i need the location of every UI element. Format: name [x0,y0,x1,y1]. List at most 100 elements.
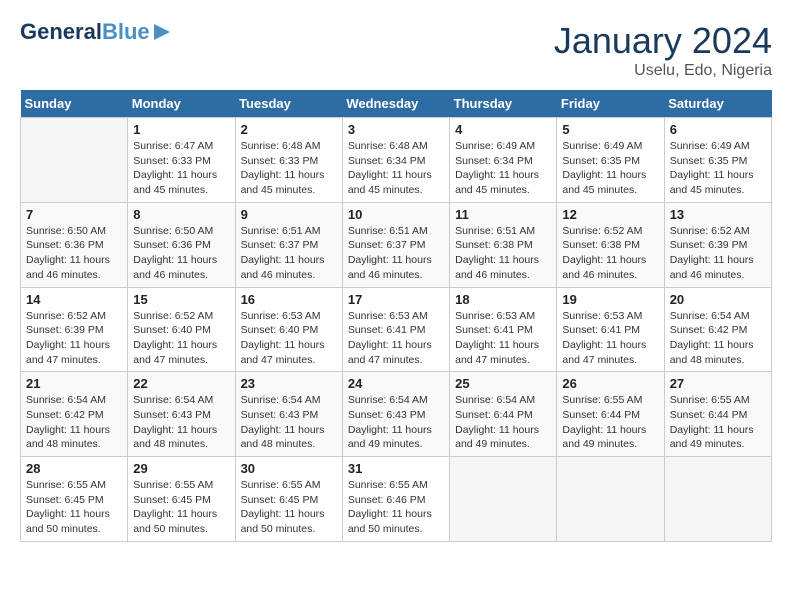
day-info: Sunrise: 6:54 AM Sunset: 6:42 PM Dayligh… [670,309,766,368]
day-info: Sunrise: 6:52 AM Sunset: 6:39 PM Dayligh… [26,309,122,368]
day-number: 4 [455,122,551,137]
day-number: 11 [455,207,551,222]
day-info: Sunrise: 6:54 AM Sunset: 6:42 PM Dayligh… [26,393,122,452]
day-info: Sunrise: 6:47 AM Sunset: 6:33 PM Dayligh… [133,139,229,198]
day-info: Sunrise: 6:50 AM Sunset: 6:36 PM Dayligh… [133,224,229,283]
calendar-cell: 15Sunrise: 6:52 AM Sunset: 6:40 PM Dayli… [128,287,235,372]
calendar-header-row: SundayMondayTuesdayWednesdayThursdayFrid… [21,90,772,118]
calendar-cell: 20Sunrise: 6:54 AM Sunset: 6:42 PM Dayli… [664,287,771,372]
calendar-cell: 22 Sunrise: 6:54 AM Sunset: 6:43 PM Dayli… [128,372,235,457]
page-header: GeneralBlue January 2024 Uselu, Edo, Nig… [20,20,772,80]
day-number: 15 [133,292,229,307]
day-number: 22 [133,376,229,391]
day-number: 14 [26,292,122,307]
calendar-week-row: 21Sunrise: 6:54 AM Sunset: 6:42 PM Dayli… [21,372,772,457]
day-number: 1 [133,122,229,137]
day-info: Sunrise: 6:55 AM Sunset: 6:45 PM Dayligh… [133,478,229,537]
calendar-cell: 8Sunrise: 6:50 AM Sunset: 6:36 PM Daylig… [128,202,235,287]
title-block: January 2024 Uselu, Edo, Nigeria [554,20,772,80]
calendar-cell: 11Sunrise: 6:51 AM Sunset: 6:38 PM Dayli… [450,202,557,287]
day-info: Sunrise: 6:54 AM Sunset: 6:44 PM Dayligh… [455,393,551,452]
calendar-cell: 19Sunrise: 6:53 AM Sunset: 6:41 PM Dayli… [557,287,664,372]
calendar-header-monday: Monday [128,90,235,118]
calendar-header-tuesday: Tuesday [235,90,342,118]
calendar-cell: 29 Sunrise: 6:55 AM Sunset: 6:45 PM Dayli… [128,457,235,542]
day-number: 13 [670,207,766,222]
calendar-header-friday: Friday [557,90,664,118]
day-number: 3 [348,122,444,137]
calendar-header-saturday: Saturday [664,90,771,118]
day-number: 29 [133,461,229,476]
day-info: Sunrise: 6:48 AM Sunset: 6:34 PM Dayligh… [348,139,444,198]
logo: GeneralBlue [20,20,172,44]
day-info: Sunrise: 6:55 AM Sunset: 6:44 PM Dayligh… [670,393,766,452]
day-number: 25 [455,376,551,391]
day-number: 9 [241,207,337,222]
day-number: 24 [348,376,444,391]
calendar-cell: 21Sunrise: 6:54 AM Sunset: 6:42 PM Dayli… [21,372,128,457]
day-number: 28 [26,461,122,476]
calendar-cell: 28 Sunrise: 6:55 AM Sunset: 6:45 PM Dayli… [21,457,128,542]
day-info: Sunrise: 6:53 AM Sunset: 6:41 PM Dayligh… [562,309,658,368]
day-info: Sunrise: 6:54 AM Sunset: 6:43 PM Dayligh… [133,393,229,452]
calendar-cell: 12 Sunrise: 6:52 AM Sunset: 6:38 PM Dayli… [557,202,664,287]
day-info: Sunrise: 6:52 AM Sunset: 6:38 PM Dayligh… [562,224,658,283]
calendar-cell: 27 Sunrise: 6:55 AM Sunset: 6:44 PM Dayli… [664,372,771,457]
calendar-cell: 17 Sunrise: 6:53 AM Sunset: 6:41 PM Dayli… [342,287,449,372]
day-number: 2 [241,122,337,137]
calendar-header-sunday: Sunday [21,90,128,118]
day-number: 31 [348,461,444,476]
calendar-cell: 26 Sunrise: 6:55 AM Sunset: 6:44 PM Dayli… [557,372,664,457]
calendar-cell: 9 Sunrise: 6:51 AM Sunset: 6:37 PM Daylig… [235,202,342,287]
day-number: 6 [670,122,766,137]
calendar-header-thursday: Thursday [450,90,557,118]
calendar-week-row: 7 Sunrise: 6:50 AM Sunset: 6:36 PM Daylig… [21,202,772,287]
day-number: 26 [562,376,658,391]
calendar-cell: 18Sunrise: 6:53 AM Sunset: 6:41 PM Dayli… [450,287,557,372]
day-info: Sunrise: 6:49 AM Sunset: 6:34 PM Dayligh… [455,139,551,198]
calendar-cell: 7Sunrise: 6:50 AM Sunset: 6:36 PM Daylig… [21,202,128,287]
calendar-cell: 25 Sunrise: 6:54 AM Sunset: 6:44 PM Dayli… [450,372,557,457]
calendar-cell: 10Sunrise: 6:51 AM Sunset: 6:37 PM Dayli… [342,202,449,287]
calendar-cell: 4 Sunrise: 6:49 AM Sunset: 6:34 PM Daylig… [450,118,557,203]
calendar-table: SundayMondayTuesdayWednesdayThursdayFrid… [20,90,772,542]
subtitle: Uselu, Edo, Nigeria [554,62,772,80]
main-title: January 2024 [554,20,772,62]
day-info: Sunrise: 6:55 AM Sunset: 6:45 PM Dayligh… [26,478,122,537]
calendar-cell: 23 Sunrise: 6:54 AM Sunset: 6:43 PM Dayli… [235,372,342,457]
day-info: Sunrise: 6:54 AM Sunset: 6:43 PM Dayligh… [241,393,337,452]
calendar-cell: 31 Sunrise: 6:55 AM Sunset: 6:46 PM Dayli… [342,457,449,542]
day-number: 30 [241,461,337,476]
calendar-cell: 30 Sunrise: 6:55 AM Sunset: 6:45 PM Dayli… [235,457,342,542]
logo-icon [152,22,172,42]
day-info: Sunrise: 6:55 AM Sunset: 6:46 PM Dayligh… [348,478,444,537]
day-number: 27 [670,376,766,391]
calendar-cell [21,118,128,203]
calendar-cell: 1 Sunrise: 6:47 AM Sunset: 6:33 PM Daylig… [128,118,235,203]
calendar-week-row: 14 Sunrise: 6:52 AM Sunset: 6:39 PM Dayli… [21,287,772,372]
calendar-cell: 13 Sunrise: 6:52 AM Sunset: 6:39 PM Dayli… [664,202,771,287]
calendar-cell: 24 Sunrise: 6:54 AM Sunset: 6:43 PM Dayli… [342,372,449,457]
calendar-header-wednesday: Wednesday [342,90,449,118]
day-info: Sunrise: 6:53 AM Sunset: 6:40 PM Dayligh… [241,309,337,368]
day-info: Sunrise: 6:51 AM Sunset: 6:37 PM Dayligh… [348,224,444,283]
day-number: 17 [348,292,444,307]
day-info: Sunrise: 6:49 AM Sunset: 6:35 PM Dayligh… [562,139,658,198]
day-number: 16 [241,292,337,307]
day-info: Sunrise: 6:51 AM Sunset: 6:37 PM Dayligh… [241,224,337,283]
day-number: 7 [26,207,122,222]
day-info: Sunrise: 6:55 AM Sunset: 6:44 PM Dayligh… [562,393,658,452]
day-info: Sunrise: 6:55 AM Sunset: 6:45 PM Dayligh… [241,478,337,537]
day-info: Sunrise: 6:54 AM Sunset: 6:43 PM Dayligh… [348,393,444,452]
calendar-week-row: 28 Sunrise: 6:55 AM Sunset: 6:45 PM Dayli… [21,457,772,542]
calendar-cell: 6Sunrise: 6:49 AM Sunset: 6:35 PM Daylig… [664,118,771,203]
day-number: 5 [562,122,658,137]
calendar-cell [450,457,557,542]
day-info: Sunrise: 6:52 AM Sunset: 6:39 PM Dayligh… [670,224,766,283]
day-number: 18 [455,292,551,307]
calendar-week-row: 1 Sunrise: 6:47 AM Sunset: 6:33 PM Daylig… [21,118,772,203]
day-number: 23 [241,376,337,391]
calendar-cell: 2Sunrise: 6:48 AM Sunset: 6:33 PM Daylig… [235,118,342,203]
day-number: 12 [562,207,658,222]
day-info: Sunrise: 6:53 AM Sunset: 6:41 PM Dayligh… [348,309,444,368]
